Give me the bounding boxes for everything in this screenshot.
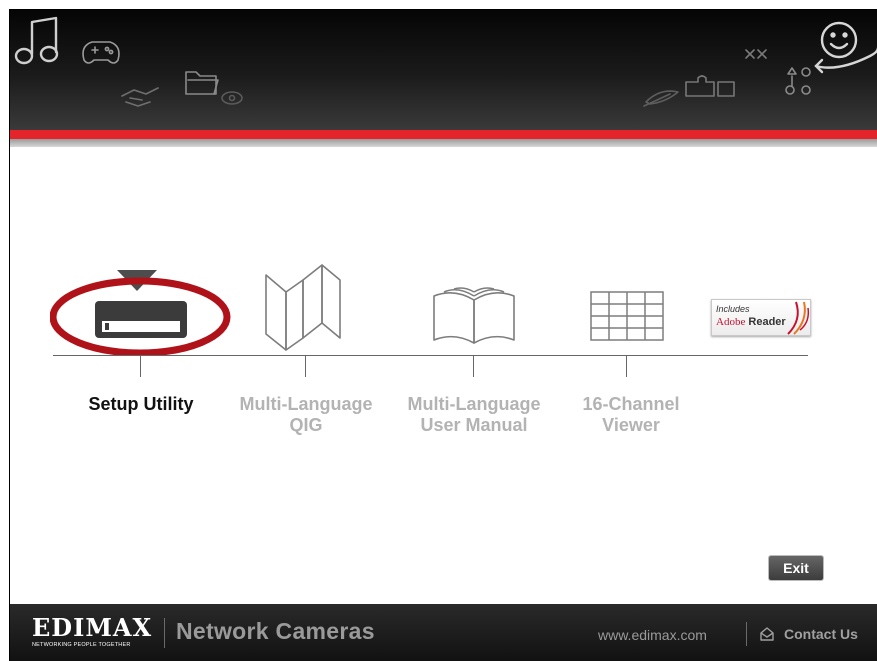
open-book-icon: [433, 287, 515, 344]
website-link[interactable]: www.edimax.com: [598, 627, 707, 643]
menu-label: Setup Utility: [88, 394, 194, 414]
handshake-icon: [121, 87, 159, 107]
footer-bar: EDIMAX NETWORKING PEOPLE TOGETHER Networ…: [10, 604, 877, 661]
menu-label: Multi-Language QIG: [239, 394, 373, 435]
nodes-icon: [785, 67, 811, 95]
product-name: Network Cameras: [176, 618, 375, 644]
footer-divider: [164, 618, 165, 648]
eye-icon: [221, 91, 243, 105]
logo-text: EDIMAX: [32, 613, 153, 642]
header-banner: [10, 10, 877, 130]
folded-map-icon: [265, 264, 341, 351]
menu-label: 16-Channel Viewer: [582, 394, 680, 435]
folder-icon: [185, 71, 219, 95]
network-icon: [745, 49, 767, 59]
footer-divider: [746, 622, 747, 646]
mail-icon: [760, 627, 774, 641]
menu-item-setup-utility[interactable]: Setup Utility: [50, 260, 232, 450]
header-decoration: [14, 16, 877, 107]
header-grey-band: [10, 139, 877, 147]
app-window: Setup Utility Multi-Language QIG Multi-L…: [0, 0, 877, 661]
installer-frame: Setup Utility Multi-Language QIG Multi-L…: [9, 9, 877, 661]
badge-adobe-reader-text: Adobe Reader: [716, 316, 786, 328]
menu-item-16-channel-viewer[interactable]: 16-Channel Viewer: [555, 260, 707, 450]
menu-item-multi-language-qig[interactable]: Multi-Language QIG: [230, 260, 382, 450]
pen-icon: [643, 90, 679, 107]
adobe-reader-badge[interactable]: Includes Adobe Reader: [711, 299, 811, 336]
header-red-band: [10, 130, 877, 139]
contact-us-label: Contact Us: [784, 626, 858, 642]
menu-label: Multi-Language User Manual: [407, 394, 541, 435]
adobe-swoosh-icon: [787, 301, 810, 335]
puzzle-icon: [685, 75, 735, 97]
device-icon: [50, 270, 231, 355]
menu-item-multi-language-user-manual[interactable]: Multi-Language User Manual: [398, 260, 550, 450]
logo-tagline: NETWORKING PEOPLE TOGETHER: [32, 642, 131, 648]
badge-includes-text: Includes: [716, 304, 750, 314]
grid-icon: [590, 291, 664, 341]
music-note-icon: [14, 16, 59, 65]
smiley-icon: [814, 21, 877, 74]
exit-button[interactable]: Exit: [769, 556, 823, 580]
edimax-logo: EDIMAX NETWORKING PEOPLE TOGETHER: [32, 616, 157, 650]
game-controller-icon: [82, 41, 120, 64]
